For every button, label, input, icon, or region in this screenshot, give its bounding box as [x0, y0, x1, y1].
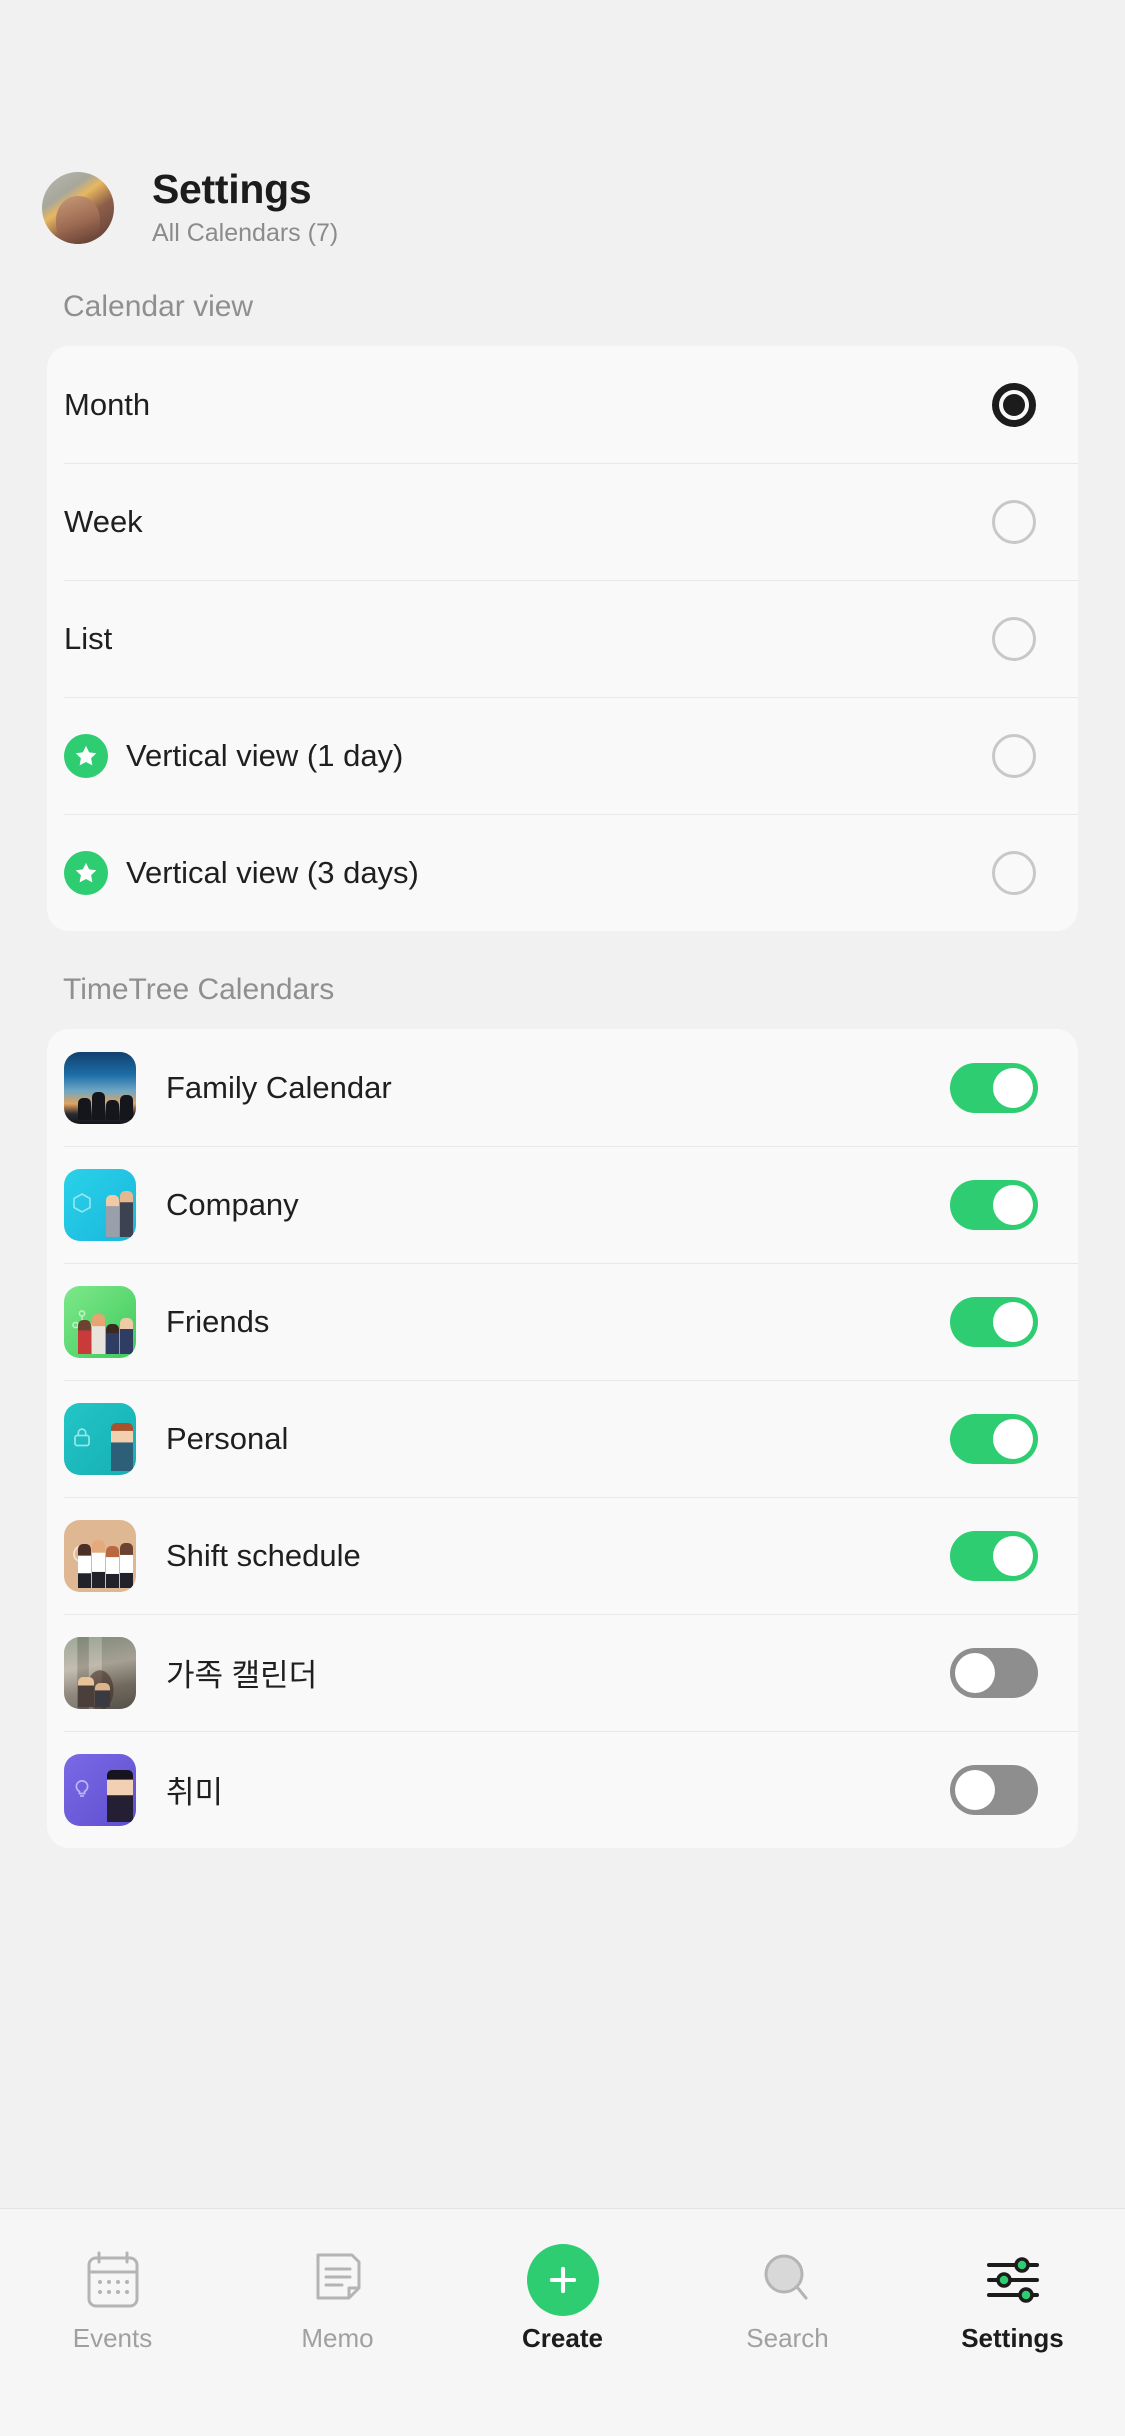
hobby-thumb	[64, 1753, 136, 1826]
calendar-row-shift-schedule[interactable]: Shift schedule	[47, 1497, 1078, 1614]
calendar-toggle[interactable]	[950, 1296, 1038, 1347]
calendar-icon	[85, 2243, 141, 2317]
radio-icon[interactable]	[992, 616, 1036, 661]
people-silhouette-icon	[78, 1091, 133, 1120]
calendar-row-korean-family[interactable]: 가족 캘린더	[47, 1614, 1078, 1731]
create-button[interactable]	[526, 2243, 599, 2317]
calendar-view-option-list[interactable]: List	[47, 580, 1078, 697]
calendar-name: 가족 캘린더	[166, 1658, 318, 1694]
calendar-toggle[interactable]	[950, 1647, 1038, 1698]
calendar-toggle[interactable]	[950, 1062, 1038, 1113]
calendar-name: 취미	[166, 1775, 224, 1811]
toggle-knob	[993, 1301, 1033, 1342]
calendar-name: Friends	[166, 1303, 270, 1339]
korean-family-thumb	[64, 1636, 136, 1709]
calendar-toggle[interactable]	[950, 1530, 1038, 1581]
personal-thumb	[64, 1402, 136, 1475]
calendar-name: Family Calendar	[166, 1069, 392, 1105]
tab-memo[interactable]: Memo	[225, 2243, 450, 2354]
person-avatar	[107, 1769, 133, 1822]
calendar-row-family-calendar[interactable]: Family Calendar	[47, 1029, 1078, 1146]
memo-icon	[311, 2243, 365, 2317]
calendar-row-personal[interactable]: Personal	[47, 1380, 1078, 1497]
calendar-toggle[interactable]	[950, 1764, 1038, 1815]
tab-label: Settings	[961, 2323, 1064, 2353]
tab-events[interactable]: Events	[0, 2243, 225, 2354]
calendar-view-option-vertical-1-day[interactable]: Vertical view (1 day)	[47, 697, 1078, 814]
avatar[interactable]	[42, 172, 114, 245]
option-label: Month	[64, 386, 151, 422]
person-avatar	[111, 1422, 133, 1471]
tab-search[interactable]: Search	[675, 2243, 900, 2354]
lock-icon	[70, 1425, 94, 1449]
premium-star-icon	[64, 850, 108, 895]
calendar-view-option-month[interactable]: Month	[47, 346, 1078, 463]
toggle-knob	[955, 1769, 995, 1810]
people-photo-figures	[78, 1676, 110, 1707]
calendar-view-option-week[interactable]: Week	[47, 463, 1078, 580]
tab-label: Events	[72, 2323, 153, 2353]
people-avatars	[78, 1539, 133, 1588]
radio-icon[interactable]	[992, 499, 1036, 544]
people-avatars	[106, 1190, 133, 1237]
toggle-knob	[955, 1652, 995, 1693]
calendar-name: Personal	[166, 1420, 289, 1456]
timetree-calendars-section-label: TimeTree Calendars	[63, 973, 335, 1007]
toggle-knob	[993, 1184, 1033, 1225]
option-label: Week	[64, 503, 143, 539]
tab-label: Memo	[301, 2323, 374, 2353]
bottom-tab-bar: Events Memo Create Search Settings	[0, 2208, 1125, 2436]
toggle-knob	[993, 1418, 1033, 1459]
radio-icon[interactable]	[992, 850, 1036, 895]
all-calendars-count: All Calendars (7)	[152, 219, 339, 248]
calendar-row-hobby[interactable]: 취미	[47, 1731, 1078, 1848]
plus-icon	[526, 2244, 599, 2316]
tab-settings[interactable]: Settings	[900, 2243, 1125, 2354]
screen-header: Settings All Calendars (7)	[0, 0, 1125, 248]
radio-icon[interactable]	[992, 733, 1036, 778]
sliders-icon	[984, 2243, 1042, 2317]
calendar-view-section-label: Calendar view	[63, 290, 254, 324]
people-avatars	[78, 1313, 133, 1354]
calendar-toggle[interactable]	[950, 1413, 1038, 1464]
search-icon	[759, 2243, 817, 2317]
calendar-name: Shift schedule	[166, 1537, 361, 1573]
calendar-toggle[interactable]	[950, 1179, 1038, 1230]
header-text-block: Settings All Calendars (7)	[152, 166, 339, 248]
premium-star-icon	[64, 733, 108, 778]
friends-thumb	[64, 1285, 136, 1358]
shift-schedule-thumb	[64, 1519, 136, 1592]
timetree-calendars-card: Family Calendar Company Friends Personal…	[47, 1029, 1078, 1849]
calendar-view-card: Month Week List Vertical view (1 day) Ve…	[47, 346, 1078, 932]
company-thumb	[64, 1168, 136, 1241]
option-label: List	[64, 620, 113, 656]
page-title: Settings	[152, 166, 312, 212]
tab-label: Create	[522, 2323, 603, 2353]
tab-create[interactable]: Create	[450, 2243, 675, 2354]
calendar-view-option-vertical-3-days[interactable]: Vertical view (3 days)	[47, 814, 1078, 931]
toggle-knob	[993, 1535, 1033, 1576]
scroll-spacer	[0, 1848, 1125, 2078]
lightbulb-icon	[70, 1776, 94, 1800]
calendar-row-friends[interactable]: Friends	[47, 1263, 1078, 1380]
tab-label: Search	[746, 2323, 829, 2353]
calendar-row-company[interactable]: Company	[47, 1146, 1078, 1263]
settings-screen: Settings All Calendars (7) Calendar view…	[0, 0, 1125, 2436]
toggle-knob	[993, 1067, 1033, 1108]
radio-selected-icon[interactable]	[992, 382, 1036, 427]
option-label: Vertical view (3 days)	[126, 854, 419, 890]
option-label: Vertical view (1 day)	[126, 737, 404, 773]
cube-icon	[70, 1191, 94, 1215]
family-calendar-thumb	[64, 1051, 136, 1124]
calendar-name: Company	[166, 1186, 299, 1222]
